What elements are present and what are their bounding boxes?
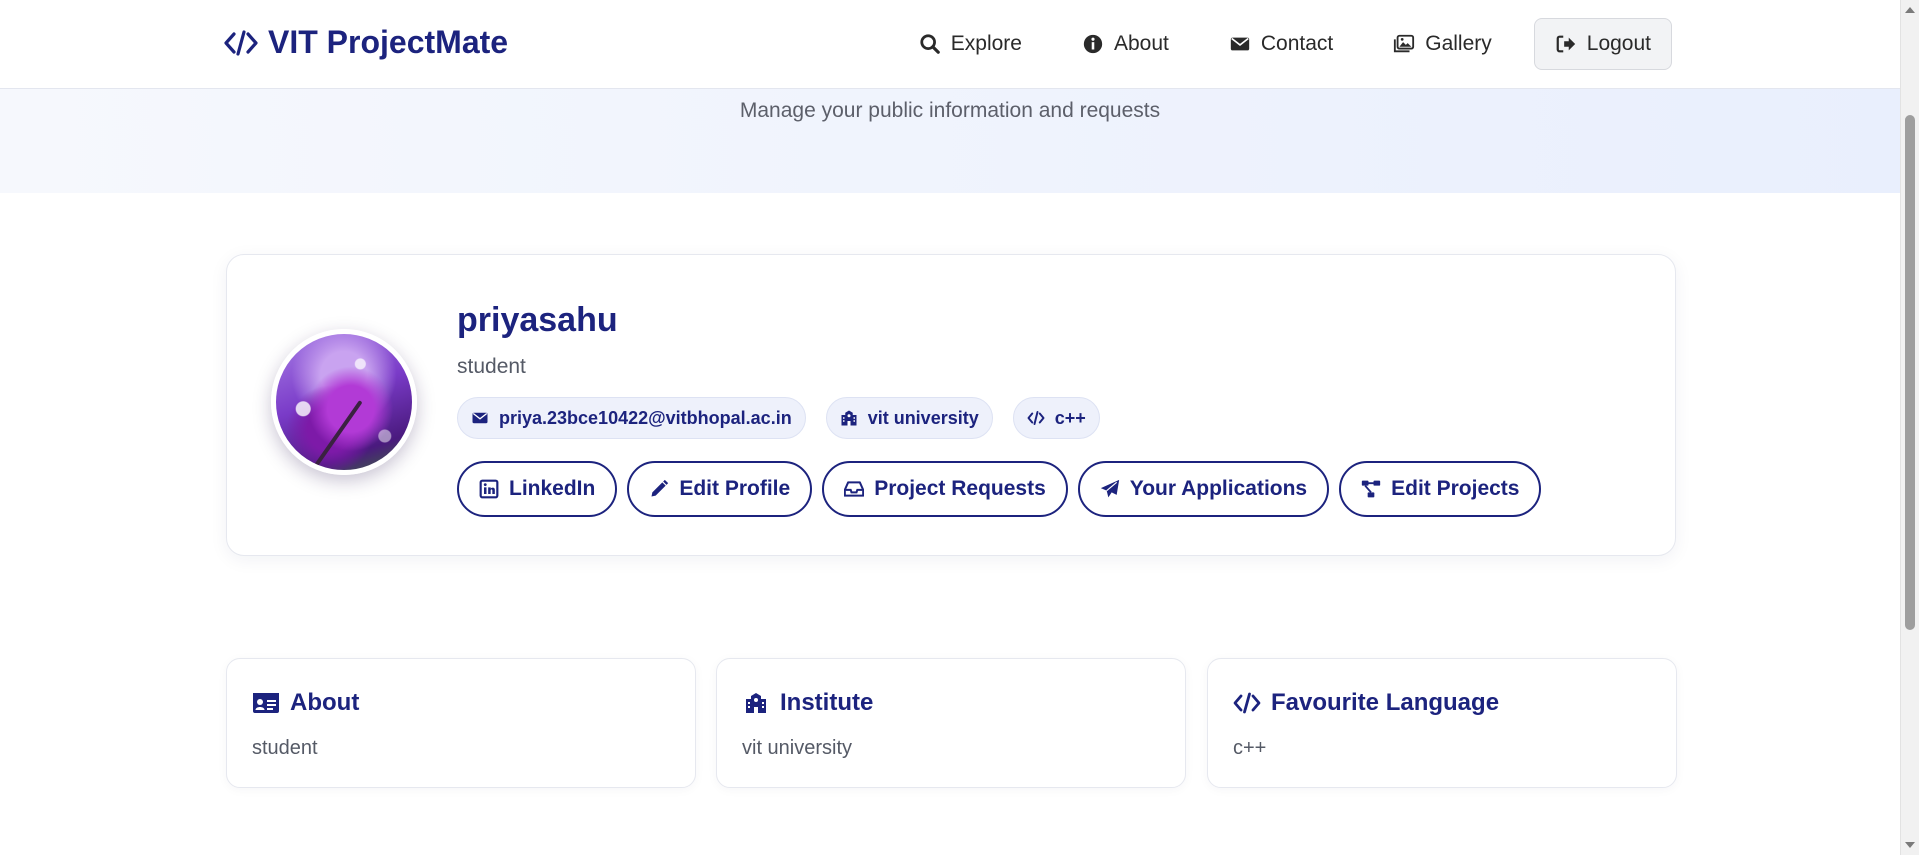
logout-label: Logout: [1586, 32, 1651, 55]
profile-name: priyasahu: [457, 301, 618, 339]
edit-projects-button[interactable]: Edit Projects: [1339, 461, 1542, 517]
nav-contact[interactable]: Contact: [1205, 18, 1357, 70]
code-icon: [1233, 692, 1261, 714]
email-chip-label: priya.23bce10422@vitbhopal.ac.in: [499, 407, 792, 428]
project-requests-button[interactable]: Project Requests: [822, 461, 1068, 517]
logout-button[interactable]: Logout: [1533, 18, 1672, 70]
hero-subtitle: Manage your public information and reque…: [739, 99, 1161, 122]
brand-logo[interactable]: VIT ProjectMate: [224, 24, 508, 61]
institute-chip-label: vit university: [867, 407, 979, 428]
email-chip: priya.23bce10422@vitbhopal.ac.in: [457, 397, 806, 439]
hero-banner: Manage your public information and reque…: [0, 89, 1900, 193]
nav-explore[interactable]: Explore: [895, 18, 1046, 70]
linkedin-icon: [479, 479, 499, 499]
institute-card: Institute vit university: [716, 658, 1186, 788]
envelope-icon: [1230, 37, 1250, 51]
your-applications-button-label: Your Applications: [1129, 477, 1308, 500]
nav-about[interactable]: About: [1058, 18, 1193, 70]
nav-explore-label: Explore: [950, 32, 1022, 55]
main-nav: Explore About Contact Gallery Logout: [895, 18, 1672, 70]
sign-out-icon: [1556, 35, 1575, 53]
avatar-flower-stem: [313, 400, 363, 468]
language-chip: c++: [1012, 397, 1100, 439]
profile-role: student: [457, 355, 526, 378]
institute-card-title: Institute: [780, 689, 874, 716]
institute-chip: vit university: [825, 397, 993, 439]
code-icon: [1027, 411, 1045, 425]
edit-projects-button-label: Edit Projects: [1391, 477, 1520, 500]
nav-about-label: About: [1113, 32, 1169, 55]
info-icon: [1083, 34, 1103, 54]
linkedin-button[interactable]: LinkedIn: [457, 461, 618, 517]
profile-chips: priya.23bce10422@vitbhopal.ac.in vit uni…: [457, 397, 1100, 439]
language-chip-label: c++: [1054, 407, 1086, 428]
language-card: Favourite Language c++: [1207, 658, 1677, 788]
brand-title: VIT ProjectMate: [268, 24, 509, 60]
institute-card-value: vit university: [742, 737, 853, 759]
scroll-thumb[interactable]: [1905, 115, 1915, 630]
about-card-header: About: [252, 689, 359, 717]
about-card-value: student: [252, 737, 318, 759]
navbar: VIT ProjectMate Explore About Contact Ga…: [0, 0, 1900, 89]
about-card: About student: [226, 658, 696, 788]
pen-icon: [651, 479, 669, 497]
page-scrollbar[interactable]: [1900, 0, 1919, 855]
about-card-title: About: [290, 689, 360, 716]
language-card-header: Favourite Language: [1233, 689, 1499, 717]
diagram-project-icon: [1361, 480, 1381, 498]
your-applications-button[interactable]: Your Applications: [1077, 461, 1330, 517]
nav-contact-label: Contact: [1260, 32, 1334, 55]
nav-gallery[interactable]: Gallery: [1369, 18, 1516, 70]
avatar: [271, 329, 417, 475]
edit-profile-button-label: Edit Profile: [679, 477, 791, 500]
scroll-down-arrow[interactable]: [1905, 842, 1915, 848]
code-icon: [224, 29, 258, 56]
school-icon: [841, 410, 857, 426]
language-card-value: c++: [1233, 737, 1267, 759]
search-icon: [920, 34, 940, 54]
edit-profile-button[interactable]: Edit Profile: [627, 461, 813, 517]
language-card-title: Favourite Language: [1271, 689, 1500, 716]
linkedin-button-label: LinkedIn: [509, 477, 596, 500]
profile-actions: LinkedIn Edit Profile Project Requests Y…: [457, 461, 1542, 517]
scroll-up-arrow[interactable]: [1905, 7, 1915, 13]
envelope-icon: [472, 412, 488, 424]
school-icon: [746, 693, 766, 713]
institute-card-header: Institute: [742, 689, 873, 717]
inbox-icon: [844, 481, 865, 497]
profile-card: priyasahu student priya.23bce10422@vitbh…: [226, 254, 1676, 556]
id-card-icon: [253, 693, 279, 713]
paper-plane-icon: [1100, 479, 1119, 498]
nav-gallery-label: Gallery: [1425, 32, 1492, 55]
images-icon: [1394, 34, 1415, 53]
project-requests-button-label: Project Requests: [874, 477, 1046, 500]
